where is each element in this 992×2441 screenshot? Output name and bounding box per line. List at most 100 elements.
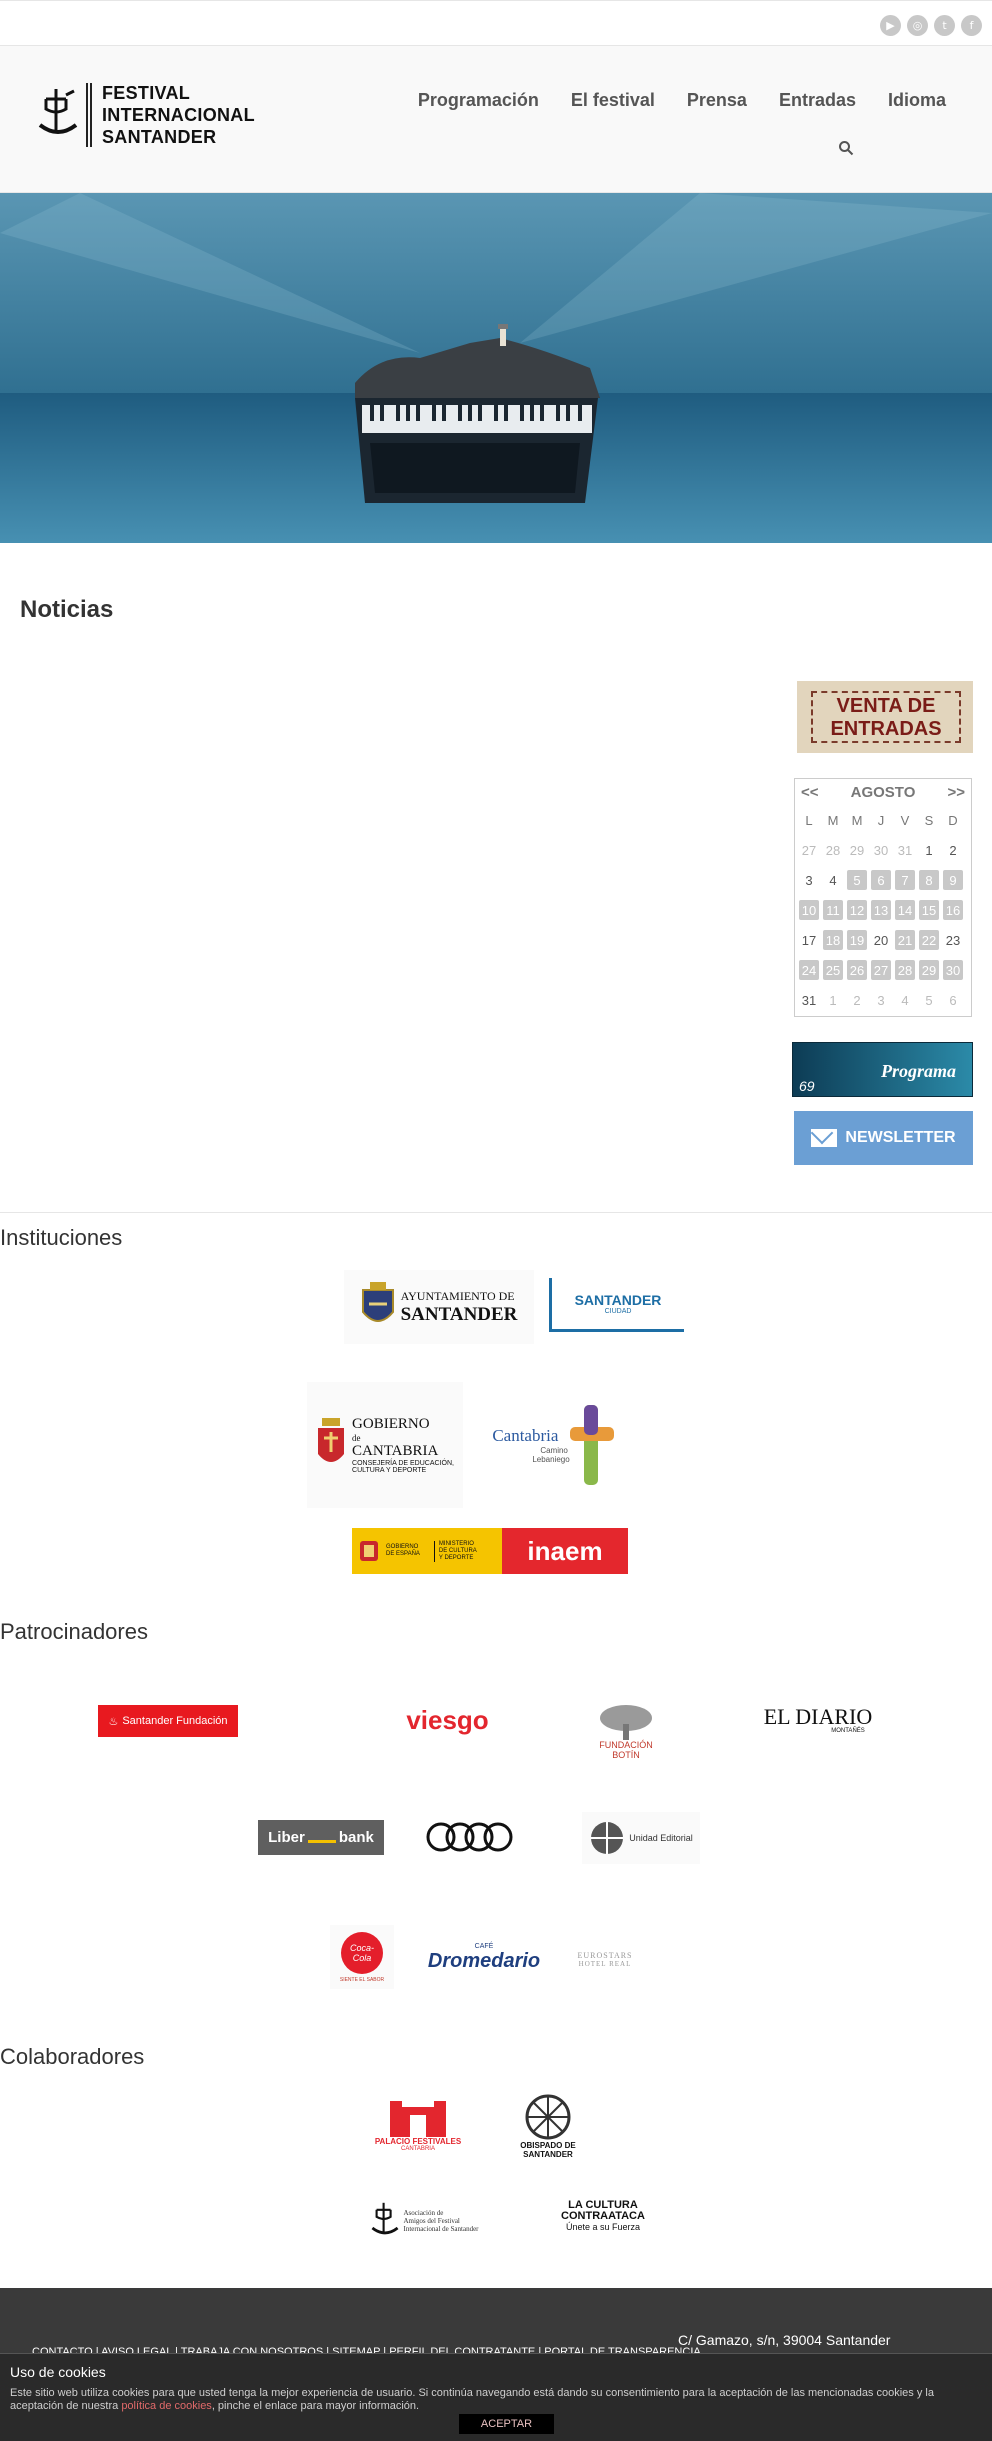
palacio-line-2: CANTABRIA bbox=[401, 2145, 435, 2152]
calendar-day: 3 bbox=[805, 872, 813, 888]
twitter-icon[interactable]: t bbox=[934, 15, 955, 36]
venta-entradas-banner[interactable]: VENTA DE ENTRADAS bbox=[797, 681, 973, 753]
calendar-event-day[interactable]: 12 bbox=[847, 900, 867, 920]
logo-el-diario-montanes[interactable]: EL DIARIO MONTAÑÉS bbox=[758, 1702, 878, 1738]
calendar-day: 29 bbox=[849, 842, 865, 858]
calendar-day: 31 bbox=[897, 842, 913, 858]
calendar-event-day[interactable]: 22 bbox=[919, 930, 939, 950]
logo-eurostars-hotel-real[interactable]: EUROSTARS HOTEL REAL bbox=[570, 1942, 640, 1976]
cross-icon bbox=[569, 1405, 614, 1485]
logo-liberbank[interactable]: Liber bank bbox=[258, 1820, 384, 1855]
eurostars-line-1: EUROSTARS bbox=[577, 1950, 633, 1960]
tree-icon bbox=[600, 1705, 652, 1740]
logo-coca-cola[interactable]: Coca-Cola SIENTE EL SABOR bbox=[330, 1925, 394, 1989]
nav-entradas[interactable]: Entradas bbox=[763, 90, 872, 111]
calendar-event-day[interactable]: 8 bbox=[919, 870, 939, 890]
calendar-day: 1 bbox=[925, 842, 933, 858]
calendar-event-day[interactable]: 16 bbox=[943, 900, 963, 920]
calendar-day: 30 bbox=[873, 842, 889, 858]
logo-viesgo[interactable]: viesgo bbox=[390, 1700, 505, 1740]
calendar-event-day[interactable]: 11 bbox=[823, 900, 843, 920]
calendar-event-day[interactable]: 14 bbox=[895, 900, 915, 920]
calendar-event-day[interactable]: 7 bbox=[895, 870, 915, 890]
palacio-line-1: PALACIO FESTIVALES bbox=[374, 2136, 462, 2146]
obispado-line-1: OBISPADO DE bbox=[520, 2141, 576, 2150]
calendar-day: 28 bbox=[825, 842, 841, 858]
calendar-day: 1 bbox=[829, 992, 837, 1008]
calendar-event-day[interactable]: 9 bbox=[943, 870, 963, 890]
logo-audi[interactable] bbox=[424, 1820, 516, 1854]
obispado-line-2: SANTANDER bbox=[523, 2150, 573, 2159]
page-title: Noticias bbox=[20, 596, 114, 623]
logo-gobierno-espana-inaem[interactable]: GOBIERNO DE ESPAÑA MINISTERIO DE CULTURA… bbox=[352, 1528, 628, 1574]
section-title-instituciones: Instituciones bbox=[0, 1225, 123, 1250]
logo-unidad-editorial[interactable]: Unidad Editorial bbox=[582, 1812, 700, 1864]
logo-cantabria-camino-lebaniego[interactable]: Cantabria Camino Lebaniego bbox=[478, 1400, 628, 1490]
calendar-event-day[interactable]: 24 bbox=[799, 960, 819, 980]
calendar-event-day[interactable]: 18 bbox=[823, 930, 843, 950]
palacio-building-icon bbox=[390, 2100, 446, 2137]
programa-label: Programa bbox=[880, 1061, 956, 1081]
logo-text: FESTIVAL INTERNACIONAL SANTANDER bbox=[102, 82, 255, 148]
calendar-day: 20 bbox=[873, 932, 889, 948]
calendar-day: 27 bbox=[801, 842, 817, 858]
logo-ayuntamiento-santander[interactable]: AYUNTAMIENTO DE SANTANDER bbox=[344, 1270, 534, 1344]
calendar-event-day[interactable]: 26 bbox=[847, 960, 867, 980]
logo-santander-ciudad[interactable]: SANTANDER CIUDAD bbox=[549, 1278, 684, 1332]
venta-entradas-ticket: VENTA DE ENTRADAS bbox=[811, 691, 961, 743]
cultura-line-3: Únete a su Fuerza bbox=[565, 2222, 641, 2232]
santander-flame-icon: ♨ bbox=[108, 1715, 119, 1728]
nav-prensa[interactable]: Prensa bbox=[671, 90, 763, 111]
amigos-line-2: Amigos del Festival bbox=[403, 2217, 460, 2225]
section-divider bbox=[0, 1212, 992, 1213]
ship-logo-icon bbox=[38, 89, 78, 134]
calendar-weekday: S bbox=[924, 812, 934, 828]
calendar-prev-button[interactable]: << bbox=[801, 784, 819, 801]
calendar-event-day[interactable]: 13 bbox=[871, 900, 891, 920]
calendar-day: 4 bbox=[901, 992, 909, 1008]
logo-gobierno-cantabria[interactable]: GOBIERNO de CANTABRIA CONSEJERÍA DE EDUC… bbox=[307, 1382, 463, 1508]
logo-line-2: INTERNACIONAL bbox=[102, 105, 255, 125]
coca-cola-tagline: SIENTE EL SABOR bbox=[339, 1976, 385, 1983]
accept-cookies-button[interactable]: ACEPTAR bbox=[459, 2414, 554, 2434]
site-header: FESTIVAL INTERNACIONAL SANTANDER Program… bbox=[0, 46, 992, 193]
newsletter-button[interactable]: NEWSLETTER bbox=[794, 1111, 973, 1165]
calendar-event-day[interactable]: 21 bbox=[895, 930, 915, 950]
logo-santander-fundacion[interactable]: ♨ Santander Fundación bbox=[98, 1705, 238, 1737]
logo-palacio-festivales[interactable]: PALACIO FESTIVALES CANTABRIA bbox=[368, 2088, 468, 2160]
calendar-event-day[interactable]: 27 bbox=[871, 960, 891, 980]
cultura-line-2: CONTRAATACA bbox=[561, 2210, 645, 2222]
calendar-event-day[interactable]: 25 bbox=[823, 960, 843, 980]
programa-banner[interactable]: 69 Programa bbox=[792, 1042, 973, 1097]
cantabria-line-1: Cantabria bbox=[492, 1426, 559, 1445]
santander-ciudad-line-2: CIUDAD bbox=[604, 1308, 632, 1315]
logo-cafe-dromedario[interactable]: CAFÉ Dromedario bbox=[428, 1930, 540, 1986]
calendar-event-day[interactable]: 6 bbox=[871, 870, 891, 890]
nav-el-festival[interactable]: El festival bbox=[555, 90, 671, 111]
nav-programacion[interactable]: Programación bbox=[402, 90, 555, 111]
liberbank-text-2: bank bbox=[338, 1829, 374, 1846]
calendar-event-day[interactable]: 30 bbox=[943, 960, 963, 980]
calendar-day: 6 bbox=[949, 992, 957, 1008]
calendar-event-day[interactable]: 10 bbox=[799, 900, 819, 920]
logo-la-cultura-contraataca[interactable]: LA CULTURA CONTRAATACA Únete a su Fuerza bbox=[548, 2196, 658, 2236]
calendar-event-day[interactable]: 19 bbox=[847, 930, 867, 950]
cookie-text: Este sitio web utiliza cookies para que … bbox=[10, 2387, 985, 2413]
cookie-policy-link[interactable]: política de cookies bbox=[121, 2400, 212, 2412]
dromedario-line-1: CAFÉ bbox=[474, 1943, 494, 1950]
search-icon[interactable] bbox=[838, 140, 854, 156]
instagram-icon[interactable]: ◎ bbox=[907, 15, 928, 36]
calendar-event-day[interactable]: 29 bbox=[919, 960, 939, 980]
logo-fundacion-botin[interactable]: FUNDACIÓN BOTÍN bbox=[586, 1698, 666, 1766]
logo-asociacion-amigos[interactable]: Asociación de Amigos del Festival Intern… bbox=[358, 2196, 492, 2246]
calendar-next-button[interactable]: >> bbox=[947, 784, 965, 801]
youtube-icon[interactable]: ▶ bbox=[880, 15, 901, 36]
logo-obispado-santander[interactable]: OBISPADO DE SANTANDER bbox=[508, 2086, 588, 2166]
site-logo[interactable]: FESTIVAL INTERNACIONAL SANTANDER bbox=[38, 82, 255, 148]
calendar-event-day[interactable]: 28 bbox=[895, 960, 915, 980]
facebook-icon[interactable]: f bbox=[961, 15, 982, 36]
calendar-grid: L M M J V S D 27 28 29 30 31 1 2 3 4 5 6 7 8 9 10 11 12 13 14 15 16… bbox=[795, 805, 971, 1015]
calendar-event-day[interactable]: 5 bbox=[847, 870, 867, 890]
calendar-event-day[interactable]: 15 bbox=[919, 900, 939, 920]
nav-idioma[interactable]: Idioma bbox=[872, 90, 962, 111]
